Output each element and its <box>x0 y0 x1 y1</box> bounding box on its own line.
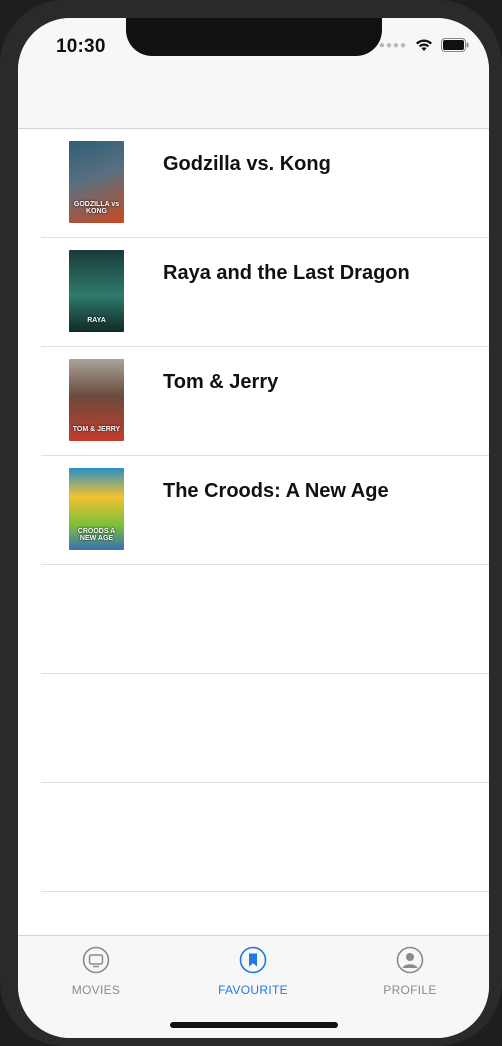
movie-title: Raya and the Last Dragon <box>163 262 410 284</box>
poster-title: TOM & JERRY <box>72 426 121 433</box>
screen: 10:30 ●●●● GODZILLA vs KONG Godzilla vs.… <box>18 18 489 1038</box>
tab-label: PROFILE <box>383 983 437 997</box>
empty-row <box>41 783 489 892</box>
person-icon <box>396 946 424 974</box>
list-item[interactable]: TOM & JERRY Tom & Jerry <box>41 347 489 456</box>
tab-favourite[interactable]: FAVOURITE <box>193 946 313 997</box>
home-indicator[interactable] <box>170 1022 338 1028</box>
movie-title: Godzilla vs. Kong <box>163 153 331 175</box>
status-time: 10:30 <box>56 36 106 57</box>
movie-poster: CROODS A NEW AGE <box>69 468 124 550</box>
empty-row <box>41 565 489 674</box>
poster-title: CROODS A NEW AGE <box>77 528 116 542</box>
poster-title: RAYA <box>87 317 106 324</box>
empty-row <box>41 674 489 783</box>
status-icons: ●●●● <box>379 38 469 52</box>
movie-title: Tom & Jerry <box>163 371 279 393</box>
favourite-movies-list: GODZILLA vs KONG Godzilla vs. Kong RAYA … <box>18 129 489 892</box>
list-item[interactable]: RAYA Raya and the Last Dragon <box>41 238 489 347</box>
movie-poster: TOM & JERRY <box>69 359 124 441</box>
tab-movies[interactable]: MOVIES <box>36 946 156 997</box>
device-frame: 10:30 ●●●● GODZILLA vs KONG Godzilla vs.… <box>0 0 502 1046</box>
movie-title: The Croods: A New Age <box>163 480 389 502</box>
tab-profile[interactable]: PROFILE <box>350 946 470 997</box>
tab-bar: MOVIES FAVOURITE PROFILE <box>18 935 489 1038</box>
movie-poster: RAYA <box>69 250 124 332</box>
tab-label: MOVIES <box>71 983 121 997</box>
poster-title: GODZILLA vs KONG <box>73 201 120 215</box>
bookmark-icon <box>239 946 267 974</box>
tab-label: FAVOURITE <box>218 983 288 997</box>
signal-icon: ●●●● <box>378 39 407 51</box>
list-item[interactable]: GODZILLA vs KONG Godzilla vs. Kong <box>41 129 489 238</box>
battery-icon <box>441 38 469 52</box>
movie-poster: GODZILLA vs KONG <box>69 141 124 223</box>
tv-icon <box>82 946 110 974</box>
wifi-icon <box>416 39 432 51</box>
notch <box>126 18 382 56</box>
list-item[interactable]: CROODS A NEW AGE The Croods: A New Age <box>41 456 489 565</box>
